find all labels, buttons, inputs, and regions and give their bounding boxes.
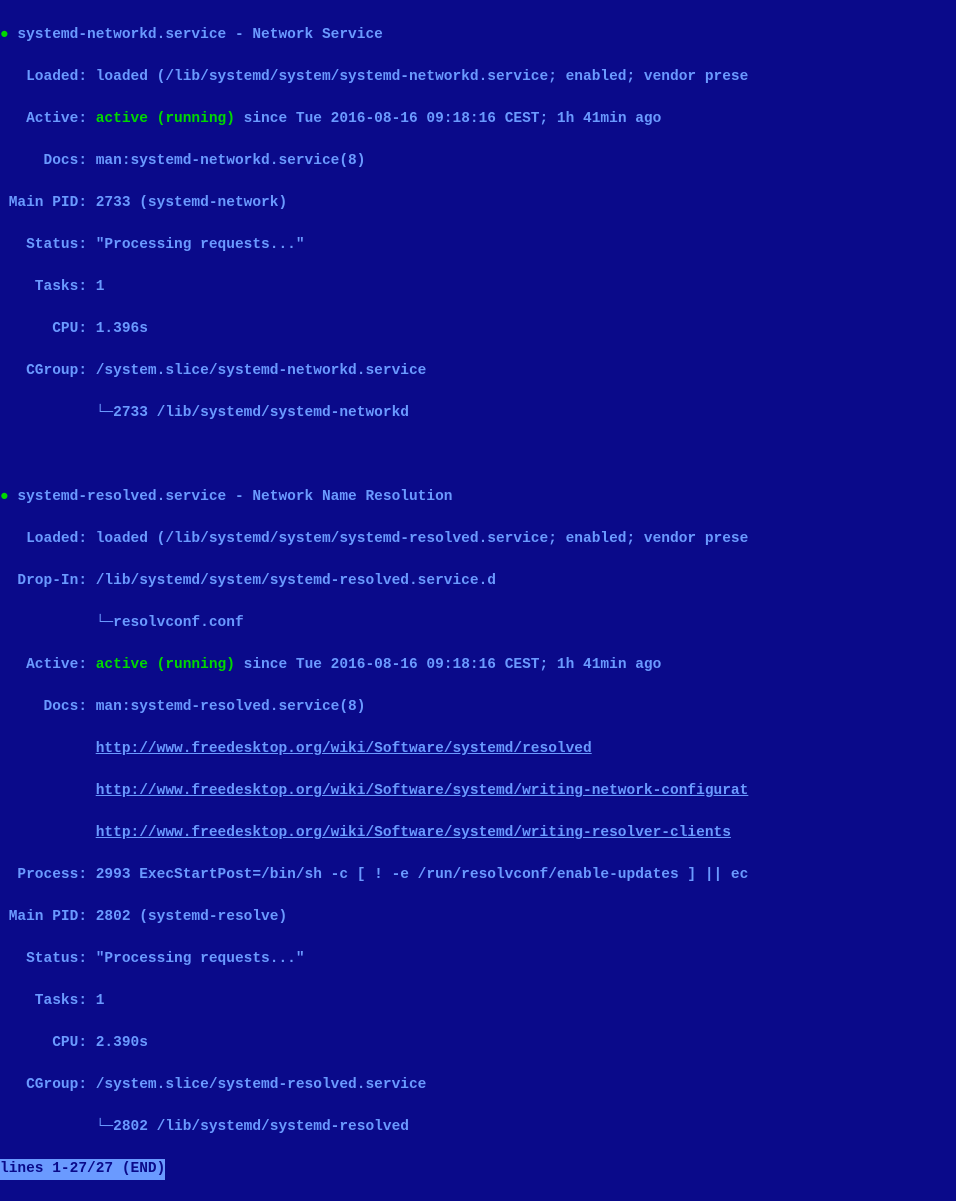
- svc2-active: Active: active (running) since Tue 2016-…: [0, 655, 956, 676]
- svc2-tasks: Tasks: 1: [0, 991, 956, 1012]
- doc-link[interactable]: http://www.freedesktop.org/wiki/Software…: [96, 783, 749, 799]
- doc-link[interactable]: http://www.freedesktop.org/wiki/Software…: [96, 825, 731, 841]
- active-state: active (running): [96, 111, 235, 127]
- svc2-cgroup: CGroup: /system.slice/systemd-resolved.s…: [0, 1075, 956, 1096]
- terminal-output: ● systemd-networkd.service - Network Ser…: [0, 0, 956, 1201]
- status-dot-icon: ●: [0, 27, 17, 43]
- blank-line: [0, 445, 956, 466]
- pager-line[interactable]: lines 1-27/27 (END): [0, 1159, 956, 1180]
- svc1-mainpid: Main PID: 2733 (systemd-network): [0, 193, 956, 214]
- active-state: active (running): [96, 657, 235, 673]
- svc1-tasks: Tasks: 1: [0, 277, 956, 298]
- svc1-header: ● systemd-networkd.service - Network Ser…: [0, 25, 956, 46]
- svc1-cgroup: CGroup: /system.slice/systemd-networkd.s…: [0, 361, 956, 382]
- svc2-cpu: CPU: 2.390s: [0, 1033, 956, 1054]
- doc-link[interactable]: http://www.freedesktop.org/wiki/Software…: [96, 741, 592, 757]
- svc1-docs: Docs: man:systemd-networkd.service(8): [0, 151, 956, 172]
- svc2-loaded: Loaded: loaded (/lib/systemd/system/syst…: [0, 529, 956, 550]
- svc2-mainpid: Main PID: 2802 (systemd-resolve): [0, 907, 956, 928]
- pager-status: lines 1-27/27 (END): [0, 1159, 165, 1180]
- svc1-cpu: CPU: 1.396s: [0, 319, 956, 340]
- svc1-cgroup-child: └─2733 /lib/systemd/systemd-networkd: [0, 403, 956, 424]
- svc2-doc-link3: http://www.freedesktop.org/wiki/Software…: [0, 823, 956, 844]
- svc2-docs: Docs: man:systemd-resolved.service(8): [0, 697, 956, 718]
- svc2-header: ● systemd-resolved.service - Network Nam…: [0, 487, 956, 508]
- svc2-dropin-child: └─resolvconf.conf: [0, 613, 956, 634]
- svc2-dropin: Drop-In: /lib/systemd/system/systemd-res…: [0, 571, 956, 592]
- svc2-cgroup-child: └─2802 /lib/systemd/systemd-resolved: [0, 1117, 956, 1138]
- svc2-doc-link2: http://www.freedesktop.org/wiki/Software…: [0, 781, 956, 802]
- status-dot-icon: ●: [0, 489, 17, 505]
- svc1-status: Status: "Processing requests...": [0, 235, 956, 256]
- svc1-active: Active: active (running) since Tue 2016-…: [0, 109, 956, 130]
- svc1-loaded: Loaded: loaded (/lib/systemd/system/syst…: [0, 67, 956, 88]
- svc2-process: Process: 2993 ExecStartPost=/bin/sh -c […: [0, 865, 956, 886]
- svc2-status: Status: "Processing requests...": [0, 949, 956, 970]
- svc2-doc-link1: http://www.freedesktop.org/wiki/Software…: [0, 739, 956, 760]
